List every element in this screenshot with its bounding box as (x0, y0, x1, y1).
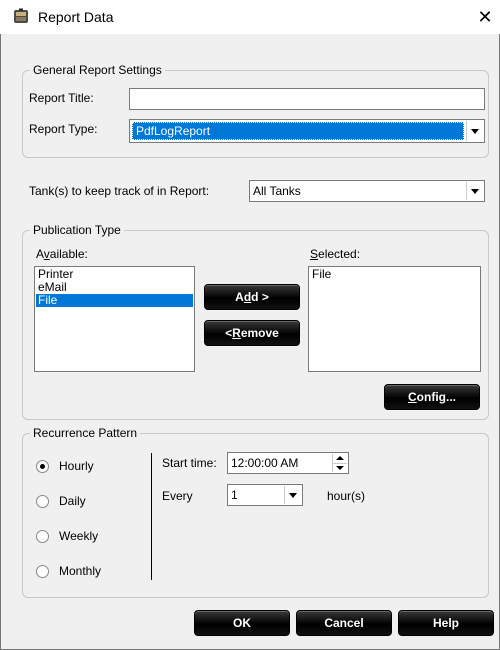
start-time-label: Start time: (162, 456, 217, 470)
cancel-button[interactable]: Cancel (296, 610, 392, 636)
report-type-dropdown[interactable]: PdfLogReport (129, 119, 485, 143)
report-app-icon (13, 8, 29, 27)
list-item[interactable]: File (36, 294, 193, 307)
radio-label: Hourly (59, 459, 94, 473)
tanks-label: Tank(s) to keep track of in Report: (29, 184, 210, 198)
chevron-down-icon[interactable] (284, 486, 301, 504)
radio-button[interactable] (36, 564, 49, 578)
radio-button[interactable] (36, 494, 49, 508)
radio-daily[interactable]: Daily (36, 494, 86, 508)
every-label: Every (162, 489, 193, 503)
radio-button[interactable] (36, 529, 49, 543)
window-title: Report Data (38, 9, 114, 25)
publication-type-legend: Publication Type (30, 223, 124, 237)
available-listbox[interactable]: Printer eMail File (34, 266, 195, 372)
report-title-label: Report Title: (29, 91, 94, 105)
spin-down-icon[interactable] (333, 464, 347, 473)
add-button[interactable]: Add > (204, 284, 300, 310)
hours-unit-label: hour(s) (327, 489, 366, 503)
list-item[interactable]: eMail (36, 281, 193, 294)
general-settings-legend: General Report Settings (30, 63, 165, 77)
radio-label: Daily (59, 494, 86, 508)
selected-label: Selected: (310, 247, 361, 261)
report-title-input[interactable] (129, 88, 485, 110)
available-label: Available: (36, 247, 88, 261)
config-button[interactable]: Config... (384, 384, 480, 410)
ok-button[interactable]: OK (194, 610, 290, 636)
list-item[interactable]: File (310, 268, 479, 281)
every-value: 1 (231, 488, 238, 502)
radio-label: Monthly (59, 564, 102, 578)
tanks-value: All Tanks (253, 184, 301, 198)
tanks-dropdown[interactable]: All Tanks (249, 180, 485, 202)
start-time-value: 12:00:00 AM (231, 456, 299, 470)
radio-hourly[interactable]: Hourly (36, 459, 94, 473)
radio-monthly[interactable]: Monthly (36, 564, 101, 578)
chevron-down-icon[interactable] (466, 121, 483, 141)
help-button[interactable]: Help (398, 610, 494, 636)
spin-up-icon[interactable] (333, 454, 347, 464)
every-dropdown[interactable]: 1 (227, 484, 303, 506)
title-bar: Report Data ✕ (0, 0, 500, 34)
chevron-down-icon[interactable] (466, 182, 483, 200)
remove-button[interactable]: < Remove (204, 320, 300, 346)
recurrence-pattern-legend: Recurrence Pattern (30, 426, 141, 440)
divider (151, 453, 152, 580)
selected-listbox[interactable]: File (308, 266, 481, 372)
general-settings-group: General Report Settings (22, 63, 489, 158)
radio-button[interactable] (36, 459, 49, 473)
report-type-label: Report Type: (29, 122, 98, 136)
radio-weekly[interactable]: Weekly (36, 529, 98, 543)
spinner-buttons[interactable] (332, 454, 347, 472)
radio-label: Weekly (59, 529, 99, 543)
start-time-spinner[interactable]: 12:00:00 AM (227, 452, 349, 474)
report-type-value: PdfLogReport (132, 122, 464, 140)
close-icon[interactable]: ✕ (474, 6, 496, 28)
